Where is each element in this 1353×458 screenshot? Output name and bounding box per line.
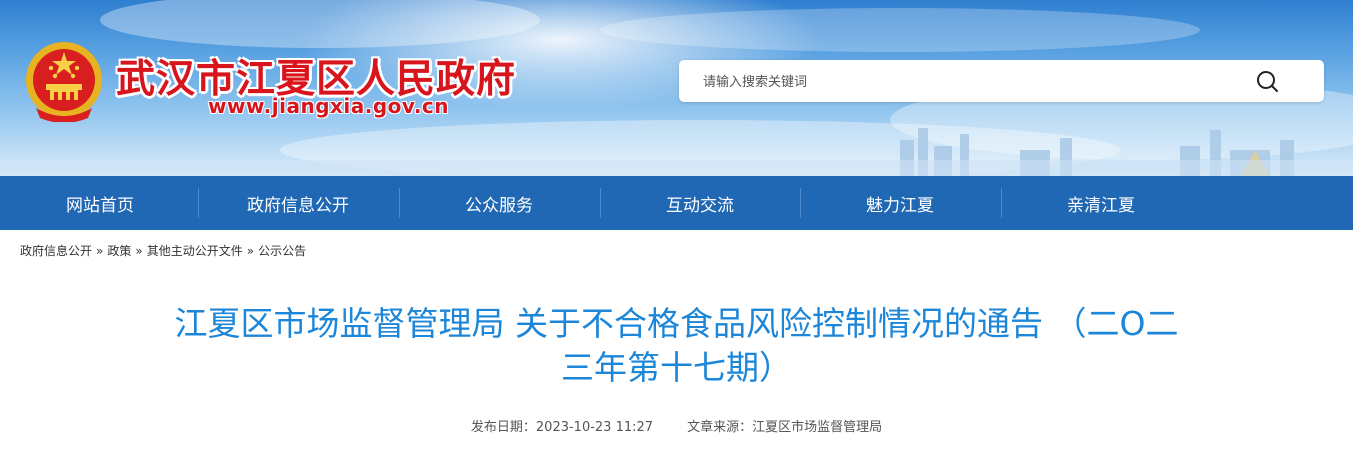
article-source: 江夏区市场监督管理局 (752, 420, 883, 435)
source-label: 文章来源： (687, 420, 753, 435)
nav-item-business[interactable]: 亲清江夏 (1001, 176, 1201, 230)
breadcrumb-item-gov-info[interactable]: 政府信息公开 (20, 244, 92, 258)
nav-item-home[interactable]: 网站首页 (0, 176, 200, 230)
article-meta: 发布日期：2023-10-23 11:27 文章来源：江夏区市场监督管理局 (0, 416, 1353, 435)
breadcrumb-separator: » (96, 244, 104, 258)
breadcrumb-separator: » (246, 244, 255, 258)
national-emblem-icon (26, 42, 102, 122)
search-input[interactable] (701, 60, 1245, 104)
article-title: 江夏区市场监督管理局 关于不合格食品风险控制情况的通告 （二O二 三年第十七期） (40, 302, 1313, 390)
nav-item-interaction[interactable]: 互动交流 (600, 176, 800, 230)
nav-item-gov-info[interactable]: 政府信息公开 (198, 176, 398, 230)
search-box (679, 60, 1324, 104)
breadcrumb-separator: » (135, 244, 143, 258)
search-icon[interactable] (1255, 69, 1281, 95)
article-title-line-2: 三年第十七期） (561, 348, 792, 387)
breadcrumb-item-notices[interactable]: 公示公告 (258, 244, 306, 258)
breadcrumb: 政府信息公开» 政策» 其他主动公开文件» 公示公告 (20, 242, 306, 260)
main-nav: 网站首页 政府信息公开 公众服务 互动交流 魅力江夏 亲清江夏 (0, 176, 1353, 230)
publish-date: 2023-10-23 11:27 (535, 420, 654, 435)
nav-item-charm[interactable]: 魅力江夏 (800, 176, 1000, 230)
article-title-line-1: 江夏区市场监督管理局 关于不合格食品风险控制情况的通告 （二O二 (174, 304, 1179, 343)
publish-date-label: 发布日期： (470, 420, 536, 435)
nav-item-public-service[interactable]: 公众服务 (399, 176, 599, 230)
breadcrumb-item-other-files[interactable]: 其他主动公开文件 (147, 244, 243, 258)
breadcrumb-item-policy[interactable]: 政策 (107, 244, 131, 258)
site-url[interactable]: www.jiangxia.gov.cn (208, 94, 449, 118)
header-banner: 武汉市江夏区人民政府 www.jiangxia.gov.cn (0, 0, 1353, 176)
